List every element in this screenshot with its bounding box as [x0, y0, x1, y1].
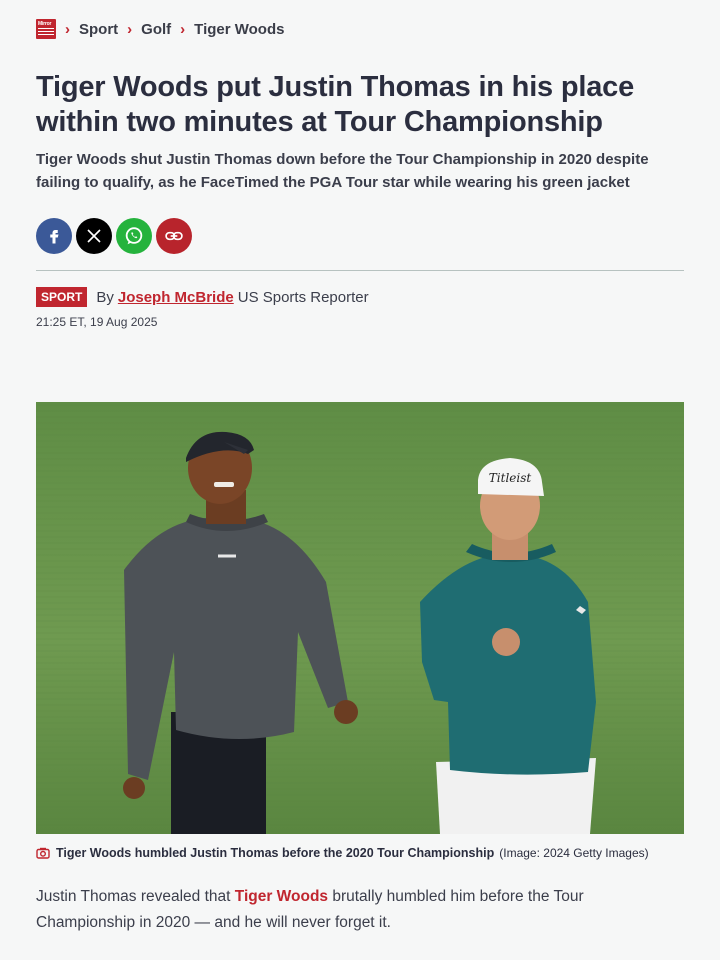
mirror-logo[interactable]: Mirror: [36, 19, 56, 39]
divider: [36, 270, 684, 271]
section-badge[interactable]: SPORT: [36, 287, 88, 307]
link-icon: [165, 231, 183, 241]
standfirst: Tiger Woods shut Justin Thomas down befo…: [36, 151, 649, 191]
byline-by: By: [96, 288, 114, 306]
image-caption: Tiger Woods humbled Justin Thomas before…: [36, 846, 696, 860]
copy-link-button[interactable]: [156, 218, 192, 254]
breadcrumb: Mirror › Sport › Golf › Tiger Woods: [36, 18, 284, 40]
caption-text: Tiger Woods humbled Justin Thomas before…: [56, 846, 495, 860]
breadcrumb-tiger-woods[interactable]: Tiger Woods: [194, 21, 284, 38]
whatsapp-icon: [125, 227, 143, 245]
byline: SPORT By Joseph McBride US Sports Report…: [36, 287, 369, 307]
x-icon: [87, 229, 101, 243]
publish-timestamp: 21:25 ET, 19 Aug 2025: [36, 315, 158, 329]
author-role: US Sports Reporter: [237, 288, 369, 306]
camera-icon: [36, 847, 50, 859]
tiger-woods-link[interactable]: Tiger Woods: [235, 888, 328, 905]
x-share-button[interactable]: [76, 218, 112, 254]
chevron-right-icon: ›: [180, 20, 186, 38]
headline: Tiger Woods put Justin Thomas in his pla…: [36, 71, 634, 138]
facebook-share-button[interactable]: [36, 218, 72, 254]
image-credit: (Image: 2024 Getty Images): [499, 846, 649, 860]
author-link[interactable]: Joseph McBride: [118, 289, 234, 306]
logo-text: Mirror: [38, 21, 52, 27]
whatsapp-share-button[interactable]: [116, 218, 152, 254]
breadcrumb-golf[interactable]: Golf: [141, 21, 171, 38]
article-intro: Justin Thomas revealed that Tiger Woods …: [36, 884, 676, 936]
chevron-right-icon: ›: [65, 20, 70, 38]
cap-logo-right: Titleist: [489, 471, 532, 485]
breadcrumb-sport[interactable]: Sport: [79, 21, 118, 38]
facebook-icon: [50, 230, 59, 244]
intro-text-before: Justin Thomas revealed that: [36, 888, 235, 905]
golf-photo: Titleist: [36, 402, 684, 834]
chevron-right-icon: ›: [127, 20, 133, 38]
share-buttons: [36, 218, 192, 254]
hero-image[interactable]: Titleist: [36, 402, 684, 834]
